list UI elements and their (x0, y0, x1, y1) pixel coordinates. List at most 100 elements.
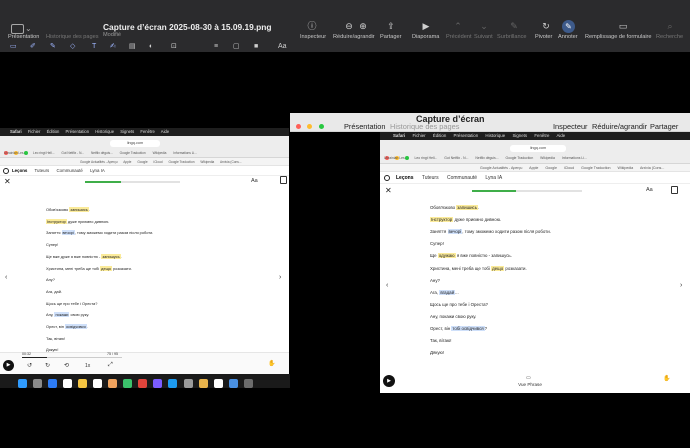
calendar-icon[interactable] (63, 379, 73, 389)
url-bar[interactable]: lingq.com (510, 145, 566, 152)
playback-bar[interactable] (22, 357, 122, 358)
lesson-sentence[interactable]: Ага, вгадай... (430, 289, 459, 295)
lesson-sentence[interactable]: Заняття вечорі, тому зможемо ходити разо… (46, 230, 153, 236)
menu-safari[interactable]: Safari (10, 129, 22, 134)
lesson-sentence[interactable]: Ану, покажи свою руку. (430, 314, 476, 319)
menu-history[interactable]: Historique (485, 133, 505, 138)
draw-icon[interactable]: ✎ (50, 43, 56, 51)
highlighted-word[interactable]: Інструктор (430, 217, 454, 223)
rotate-label[interactable]: Pivoter (535, 34, 552, 40)
highlighted-word[interactable]: запишись (69, 207, 89, 212)
zoom-out-icon[interactable]: ⊖ (343, 21, 355, 31)
lesson-sentence[interactable]: Ану? (430, 278, 440, 283)
menu-view[interactable]: Présentation (454, 133, 479, 138)
highlighted-word[interactable]: запишусь (101, 253, 121, 259)
menu-window[interactable]: Fenêtre (534, 133, 549, 138)
lesson-sentence[interactable]: Орест, він тобі освідчився? (430, 326, 487, 331)
tab[interactable]: Leo ringt Hell... (33, 151, 54, 155)
font-size-button[interactable]: Aa (251, 178, 258, 184)
search-icon[interactable]: ⌕ (664, 21, 676, 31)
lesson-sentence[interactable]: Обов'язково запишись. (46, 207, 90, 212)
loop-icon[interactable]: ⟲ (64, 362, 69, 369)
shape-style-icon[interactable]: ≡ (214, 43, 218, 51)
bookmark[interactable]: Wikipedia (200, 160, 214, 164)
menu-safari[interactable]: Safari (393, 133, 405, 138)
chevron-down-icon[interactable]: ⌄ (25, 24, 32, 33)
shapes-icon[interactable]: ◇ (70, 43, 75, 51)
play-icon[interactable]: ▶ (383, 375, 395, 387)
appstore-icon[interactable] (168, 379, 178, 389)
lesson-sentence[interactable]: Так, вітаю! (46, 336, 65, 341)
page-history-label[interactable]: Historique des pages (46, 34, 99, 40)
mail-icon[interactable] (228, 379, 238, 389)
border-color-icon[interactable]: ▢ (233, 43, 240, 51)
annotate-label[interactable]: Annoter (558, 34, 578, 40)
share-label[interactable]: Partager (650, 122, 678, 131)
zoom-label[interactable]: Réduire/agrandir (333, 34, 375, 40)
menu-file[interactable]: Fichier (412, 133, 425, 138)
menu-edit[interactable]: Édition (433, 133, 446, 138)
info-icon[interactable]: ⓘ (306, 21, 318, 31)
tab[interactable]: Google Traduction (506, 156, 534, 160)
tab[interactable]: Wikipedia (153, 151, 167, 155)
highlighted-word[interactable]: вечорі (447, 229, 463, 235)
lesson-sentence[interactable]: Щось ще про тебе і Ореста? (46, 301, 97, 306)
url-bar[interactable]: lingq.com (110, 140, 160, 147)
next-page-icon[interactable]: › (680, 282, 682, 289)
books-icon[interactable] (198, 379, 208, 389)
bookmark[interactable]: Google Actualités - Aperçu (80, 160, 118, 164)
menu-bookmarks[interactable]: Signets (512, 133, 527, 138)
highlighted-word[interactable]: Інструктор (46, 218, 67, 224)
tab[interactable]: Leo ringt Hell... (415, 156, 438, 160)
menu-view[interactable]: Présentation (66, 129, 90, 134)
inspector-label[interactable]: Inspecteur (553, 122, 588, 131)
lesson-sentence[interactable]: Заняття вечорі, тому зможемо ходити разо… (430, 229, 551, 235)
vocab-icon[interactable]: ✋ (268, 360, 275, 367)
bookmark[interactable]: Google Actualités - Aperçu (480, 166, 522, 170)
bookmark[interactable]: Google (545, 166, 557, 170)
lesson-sentence[interactable]: Інструктор дуже приємно дивною. (430, 217, 501, 223)
speed-button[interactable]: 1x (85, 363, 90, 369)
next-label[interactable]: Suivant (474, 34, 493, 40)
lesson-sentence[interactable]: Щось ще про тебе і Ореста? (430, 302, 488, 307)
bookmark[interactable]: Google Traduction (581, 166, 610, 170)
menu-history[interactable]: Historique (95, 129, 114, 134)
tab[interactable]: Gut Netflix - N... (444, 156, 468, 160)
sidebar-toggle-icon[interactable] (11, 24, 24, 34)
lesson-sentence[interactable]: Обов'язково запишись. (430, 205, 479, 210)
zoom-window-icon[interactable] (318, 124, 324, 129)
nav-tutors[interactable]: Tuteurs (422, 175, 439, 181)
bookmark[interactable]: Wikipedia (618, 166, 634, 170)
inspector-label[interactable]: Inspecteur (300, 34, 326, 40)
lesson-sentence[interactable]: Супер! (46, 242, 58, 247)
lesson-sentence[interactable]: Ще вже дуже я вже повністю - запишусь. (46, 253, 122, 259)
lesson-sentence[interactable]: Супер! (430, 241, 444, 246)
close-icon[interactable]: ✕ (4, 177, 11, 186)
bookmark[interactable]: iCloud (154, 160, 163, 164)
bookmark[interactable]: Arxivia (Cons... (220, 160, 242, 164)
font-size-button[interactable]: Aa (646, 187, 653, 193)
lesson-sentence[interactable]: Ану, покажи свою руку. (46, 312, 89, 318)
zoom-label[interactable]: Réduire/agrandir (592, 122, 647, 131)
nav-lyna-ai[interactable]: Lyna IA (485, 175, 502, 181)
play-icon[interactable]: ▶ (3, 360, 14, 371)
lingq-logo-icon[interactable] (3, 168, 9, 174)
highlighted-word[interactable]: тобі освідчився (451, 326, 485, 331)
lesson-sentence[interactable]: Христина, мені треба ще тобі дещо розказ… (46, 265, 132, 271)
tab[interactable]: Informations Li... (562, 156, 587, 160)
forward-icon[interactable]: ↻ (45, 362, 50, 369)
preview-icon[interactable] (213, 379, 223, 389)
crop-icon[interactable]: ⊡ (171, 43, 177, 51)
selection-rect-icon[interactable]: ▭ (10, 43, 17, 51)
lesson-sentence[interactable]: Христина, мені треба ще тобі дещо розказ… (430, 265, 527, 271)
sign-icon[interactable]: ✍ (110, 43, 116, 51)
bookmark[interactable]: Google Traduction (168, 160, 194, 164)
photos-icon[interactable] (108, 379, 118, 389)
slideshow-label[interactable]: Diaporama (412, 34, 439, 40)
lingq-logo-icon[interactable] (384, 175, 390, 181)
text-style-label[interactable]: Aa (278, 43, 287, 51)
text-box-icon[interactable]: T (92, 43, 96, 51)
menu-help[interactable]: Aide (161, 129, 169, 134)
reminders-icon[interactable] (93, 379, 103, 389)
bookmark[interactable]: Apple (123, 160, 131, 164)
